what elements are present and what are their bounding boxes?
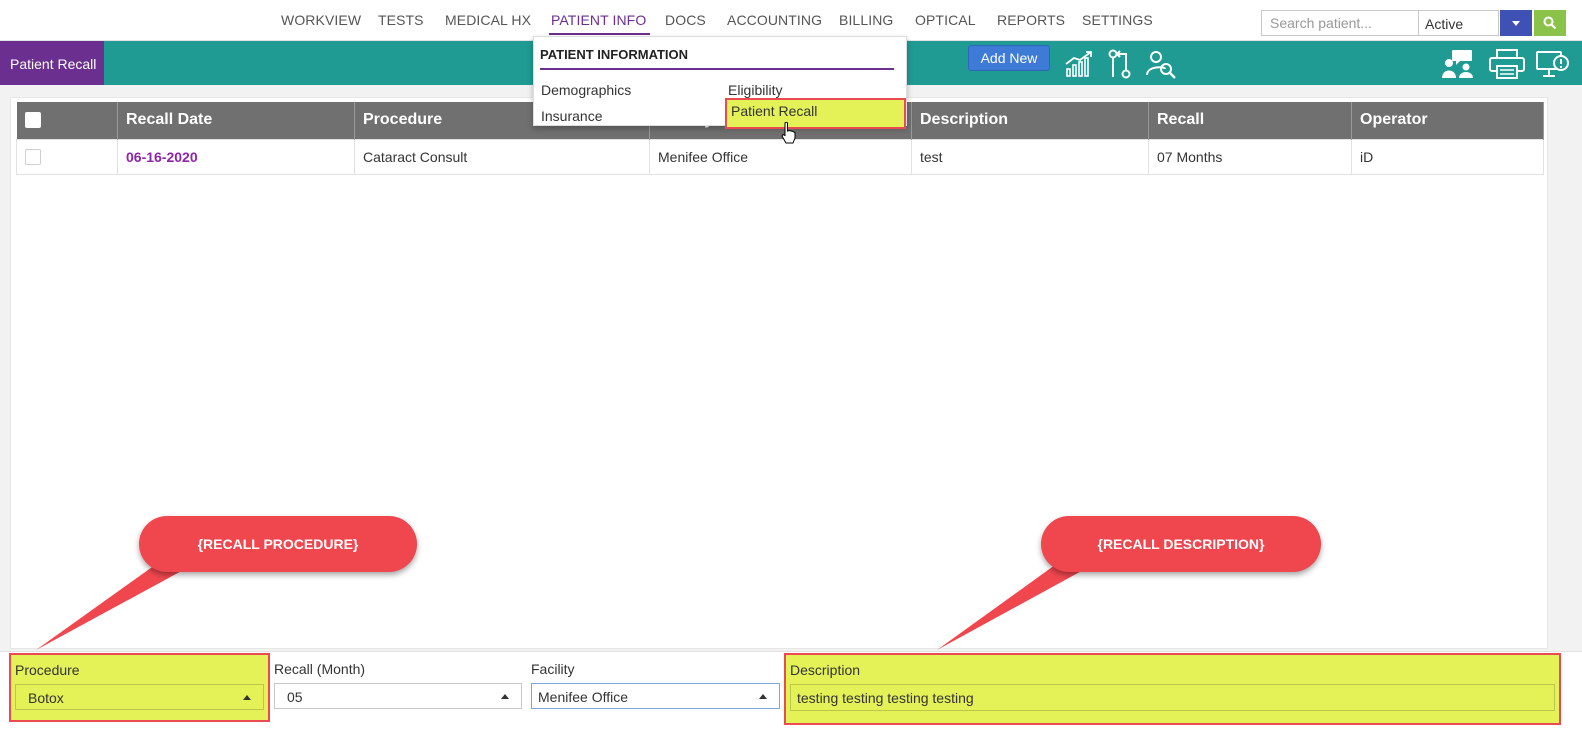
facility-select[interactable]: Menifee Office xyxy=(531,683,780,709)
procedure-select[interactable]: Botox xyxy=(15,684,264,710)
facility-value: Menifee Office xyxy=(538,689,629,705)
content-area: Recall Date Procedure Facility Descripti… xyxy=(0,85,1582,731)
cell-facility: Menifee Office xyxy=(649,138,912,175)
menu-item-eligibility[interactable]: Eligibility xyxy=(728,82,782,98)
users-chat-icon[interactable] xyxy=(1442,49,1476,79)
procedure-value: Botox xyxy=(28,690,64,706)
description-textarea[interactable]: testing testing testing testing xyxy=(790,684,1555,711)
cell-recall: 07 Months xyxy=(1148,138,1352,175)
nav-optical[interactable]: OPTICAL xyxy=(915,12,976,28)
analytics-chart-icon[interactable] xyxy=(1064,49,1096,79)
table-row[interactable]: 06-16-2020 Cataract Consult Menifee Offi… xyxy=(16,138,1544,175)
caret-up-icon xyxy=(243,695,251,700)
col-description[interactable]: Description xyxy=(911,102,1149,139)
caret-up-icon xyxy=(759,694,767,699)
nav-reports[interactable]: REPORTS xyxy=(997,12,1065,28)
nav-tests[interactable]: TESTS xyxy=(378,12,424,28)
col-recall-date[interactable]: Recall Date xyxy=(117,102,355,139)
col-operator[interactable]: Operator xyxy=(1351,102,1544,139)
status-dropdown-button[interactable] xyxy=(1500,10,1532,36)
recall-month-label: Recall (Month) xyxy=(274,661,366,677)
procedure-callout: {RECALL PROCEDURE} xyxy=(139,516,417,572)
monitor-alert-icon[interactable] xyxy=(1536,49,1570,79)
nav-settings[interactable]: SETTINGS xyxy=(1082,12,1153,28)
search-icon xyxy=(1543,16,1557,30)
procedure-callout-text: {RECALL PROCEDURE} xyxy=(197,536,359,552)
description-label: Description xyxy=(790,662,861,678)
menu-item-insurance[interactable]: Insurance xyxy=(541,108,602,124)
printer-icon[interactable] xyxy=(1488,49,1526,79)
patient-info-dropdown: PATIENT INFORMATION Demographics Insuran… xyxy=(533,36,907,129)
facility-label: Facility xyxy=(531,661,575,677)
patient-search-icon[interactable] xyxy=(1145,49,1177,79)
cell-operator: iD xyxy=(1351,138,1544,175)
cell-description: test xyxy=(911,138,1149,175)
menu-item-patient-recall[interactable]: Patient Recall xyxy=(725,98,906,129)
nav-workview[interactable]: WORKVIEW xyxy=(281,12,361,28)
page-title: Patient Recall xyxy=(0,41,104,85)
caret-down-icon xyxy=(1512,20,1520,26)
nav-docs[interactable]: DOCS xyxy=(665,12,706,28)
description-callout: {RECALL DESCRIPTION} xyxy=(1041,516,1321,572)
select-all-cell xyxy=(16,102,118,139)
description-highlight: Description testing testing testing test… xyxy=(784,653,1561,725)
row-select-cell xyxy=(16,138,118,175)
nav-patient-info[interactable]: PATIENT INFO xyxy=(551,12,646,28)
search-button[interactable] xyxy=(1534,10,1566,36)
menu-item-patient-recall-label: Patient Recall xyxy=(731,103,818,119)
recall-month-select[interactable]: 05 xyxy=(274,683,522,709)
dropdown-title: PATIENT INFORMATION xyxy=(540,47,689,62)
procedure-highlight: Procedure Botox xyxy=(9,653,270,722)
procedure-label: Procedure xyxy=(15,662,80,678)
cell-recall-date[interactable]: 06-16-2020 xyxy=(117,138,355,175)
patient-status-select[interactable]: Active xyxy=(1419,10,1499,36)
nav-medical-hx[interactable]: MEDICAL HX xyxy=(445,12,531,28)
active-tab-indicator xyxy=(549,33,650,35)
top-navigation: WORKVIEW TESTS MEDICAL HX PATIENT INFO D… xyxy=(0,0,1582,41)
nav-billing[interactable]: BILLING xyxy=(839,12,893,28)
col-recall[interactable]: Recall xyxy=(1148,102,1352,139)
caret-up-icon xyxy=(501,694,509,699)
menu-item-demographics[interactable]: Demographics xyxy=(541,82,631,98)
nav-accounting[interactable]: ACCOUNTING xyxy=(727,12,822,28)
add-new-button[interactable]: Add New xyxy=(968,45,1050,71)
cell-procedure: Cataract Consult xyxy=(354,138,650,175)
hand-cursor-icon xyxy=(781,122,796,144)
recall-month-value: 05 xyxy=(287,689,303,705)
compare-icon[interactable] xyxy=(1104,49,1136,79)
dropdown-divider xyxy=(540,68,894,70)
select-all-checkbox[interactable] xyxy=(24,112,41,129)
description-value: testing testing testing testing xyxy=(797,690,974,706)
description-callout-text: {RECALL DESCRIPTION} xyxy=(1097,536,1265,552)
recall-form: Procedure Botox Recall (Month) 05 Facili… xyxy=(0,651,1582,731)
search-patient-input[interactable] xyxy=(1261,10,1419,36)
row-checkbox[interactable] xyxy=(25,149,41,166)
